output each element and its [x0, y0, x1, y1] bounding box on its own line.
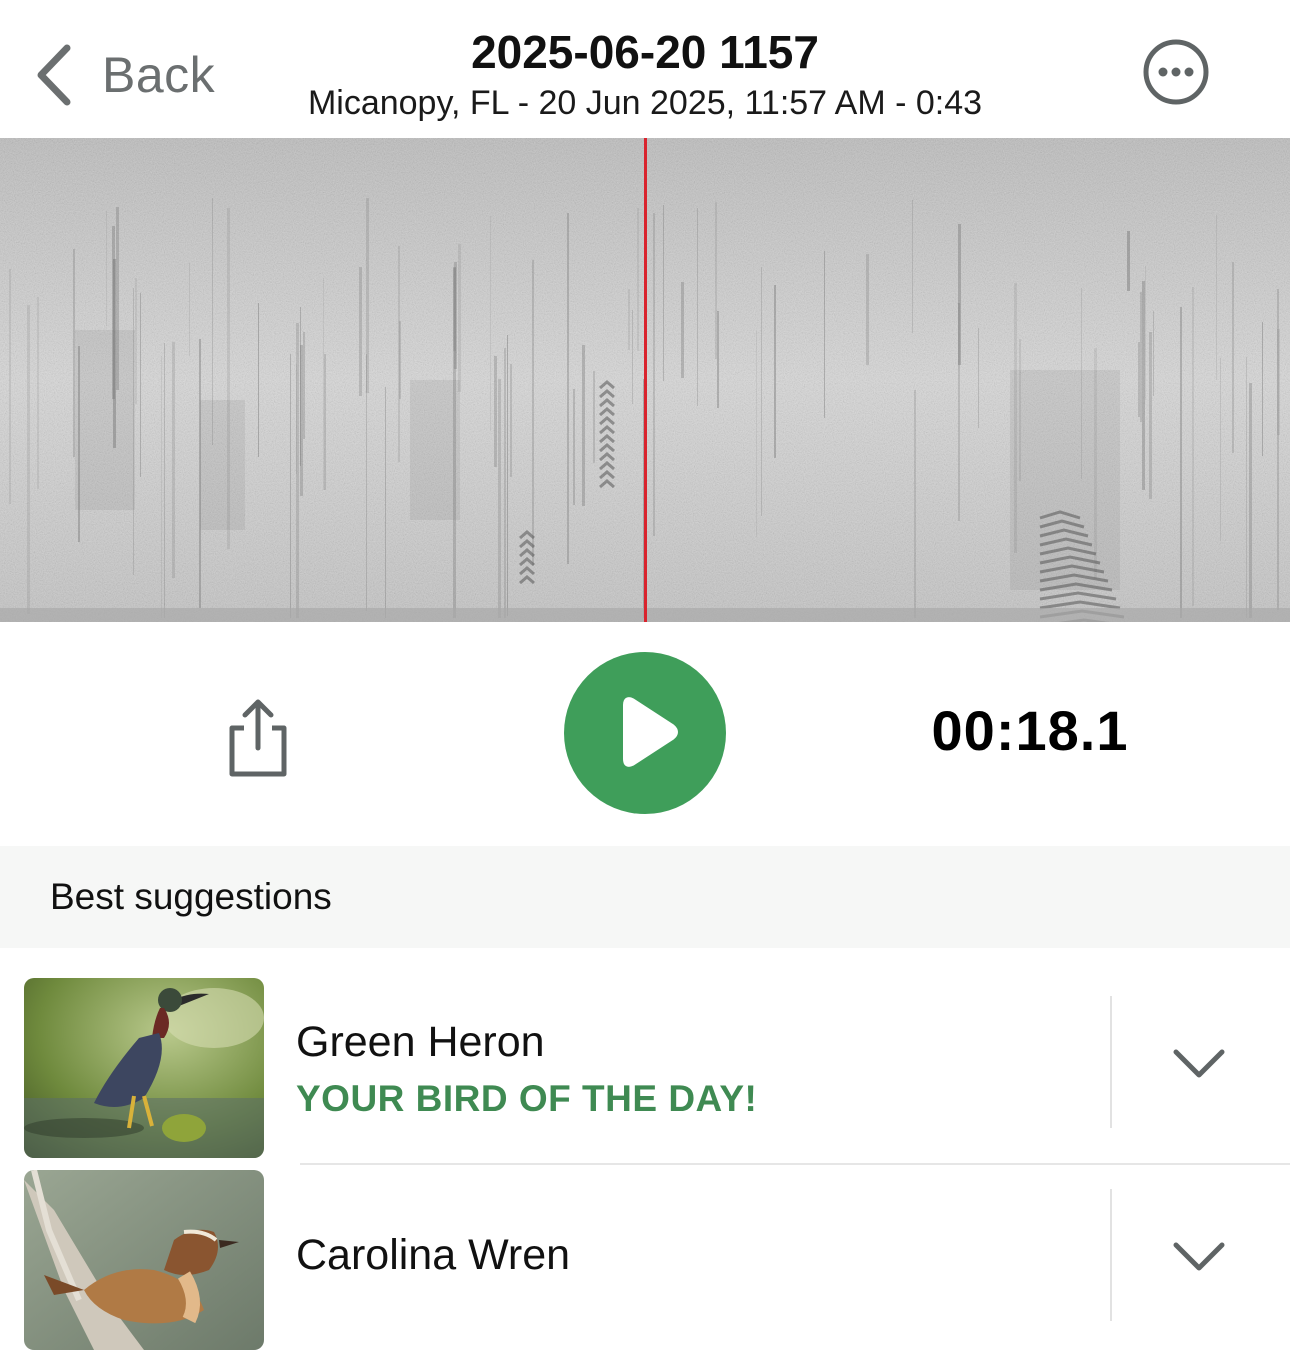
playhead-line[interactable] — [644, 138, 647, 622]
chevron-down-icon[interactable] — [1170, 1044, 1228, 1084]
back-label: Back — [102, 47, 216, 103]
spectrogram[interactable] — [0, 138, 1290, 622]
play-button[interactable] — [564, 652, 726, 814]
title-block: 2025-06-20 1157 Micanopy, FL - 20 Jun 20… — [200, 24, 1090, 126]
share-icon[interactable] — [222, 698, 294, 778]
carolina-wren-thumbnail — [24, 1170, 264, 1350]
divider — [1110, 996, 1112, 1128]
species-name: Carolina Wren — [296, 1231, 571, 1279]
list-item[interactable]: Green Heron YOUR BIRD OF THE DAY! — [0, 948, 1290, 1164]
page-subtitle: Micanopy, FL - 20 Jun 2025, 11:57 AM - 0… — [307, 84, 983, 122]
chevron-down-icon[interactable] — [1170, 1237, 1228, 1277]
back-button[interactable]: Back — [34, 40, 215, 110]
section-header: Best suggestions — [0, 846, 1290, 948]
section-title: Best suggestions — [50, 876, 332, 917]
more-options-button[interactable] — [1142, 38, 1210, 106]
page-title: 2025-06-20 1157 — [471, 26, 819, 78]
list-item[interactable]: Carolina Wren — [0, 1165, 1290, 1371]
chevron-left-icon — [37, 44, 71, 106]
play-icon — [623, 697, 678, 767]
divider — [1110, 1189, 1112, 1321]
bird-of-the-day-badge: YOUR BIRD OF THE DAY! — [296, 1078, 758, 1119]
playback-timer: 00:18.1 — [931, 699, 1129, 762]
playback-controls: 00:18.1 — [0, 622, 1290, 846]
species-name: Green Heron — [296, 1018, 545, 1066]
nav-header: Back 2025-06-20 1157 Micanopy, FL - 20 J… — [0, 0, 1290, 138]
green-heron-thumbnail — [24, 978, 264, 1158]
